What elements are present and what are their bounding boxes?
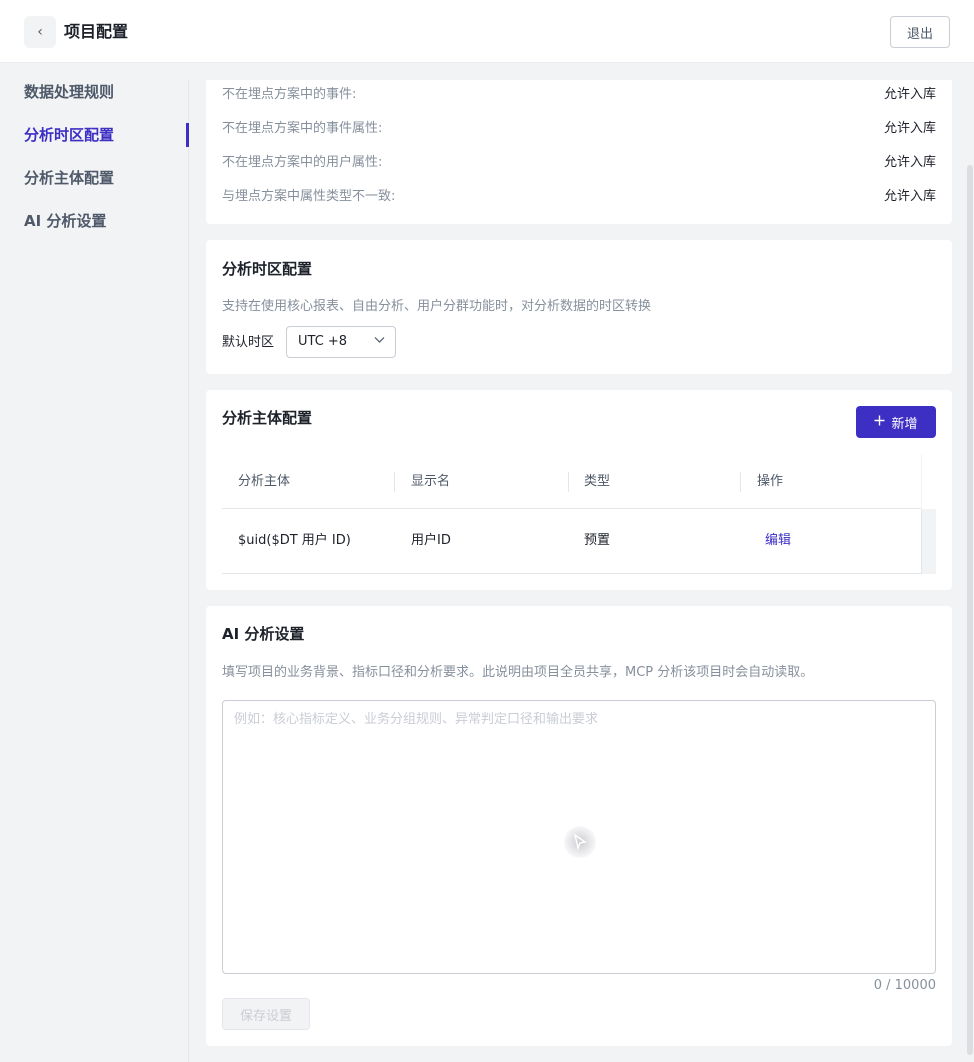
subject-table: 分析主体 显示名 类型 操作 $uid($DT 用户 ID) 用户ID 预置 编… xyxy=(222,454,936,574)
rule-row: 不在埋点方案中的事件: 允许入库 xyxy=(222,85,936,105)
column-header-type: 类型 xyxy=(584,474,611,489)
page-title: 项目配置 xyxy=(64,22,129,41)
exit-button[interactable]: 退出 xyxy=(890,16,950,48)
ai-settings-description: 填写项目的业务背景、指标口径和分析要求。此说明由项目全员共享，MCP 分析该项目… xyxy=(222,665,814,680)
edit-link[interactable]: 编辑 xyxy=(765,509,791,573)
page-header: ‹ 项目配置 退出 xyxy=(0,0,974,63)
subject-card: 分析主体配置 新增 分析主体 显示名 类型 操作 $uid($DT 用户 ID)… xyxy=(206,390,952,590)
column-header-action: 操作 xyxy=(757,474,784,489)
sidebar-item-data-rules[interactable]: 数据处理规则 xyxy=(24,79,114,105)
subject-title: 分析主体配置 xyxy=(222,409,313,427)
table-scrollbar[interactable] xyxy=(921,509,936,574)
cell-display-name: 用户ID xyxy=(411,533,451,548)
page-scrollbar-thumb[interactable] xyxy=(967,165,973,1055)
save-settings-button[interactable]: 保存设置 xyxy=(222,998,310,1030)
table-row: $uid($DT 用户 ID) 用户ID 预置 编辑 xyxy=(222,509,921,574)
timezone-label: 默认时区 xyxy=(222,335,275,350)
rule-value: 允许入库 xyxy=(883,155,936,170)
chevron-down-icon xyxy=(374,327,385,357)
column-header-subject: 分析主体 xyxy=(238,474,291,489)
rule-label: 不在埋点方案中的事件属性: xyxy=(222,121,383,136)
back-button[interactable]: ‹ xyxy=(24,16,56,48)
column-divider xyxy=(568,472,569,492)
timezone-selected-value: UTC +8 xyxy=(298,334,348,349)
rule-row: 与埋点方案中属性类型不一致: 允许入库 xyxy=(222,187,936,207)
rule-value: 允许入库 xyxy=(883,121,936,136)
timezone-description: 支持在使用核心报表、自由分析、用户分群功能时，对分析数据的时区转换 xyxy=(222,299,652,314)
sidebar-item-timezone[interactable]: 分析时区配置 xyxy=(24,122,114,148)
sidebar-item-subject[interactable]: 分析主体配置 xyxy=(24,165,114,191)
column-header-display-name: 显示名 xyxy=(411,474,451,489)
timezone-select[interactable]: UTC +8 xyxy=(286,326,396,358)
rule-label: 不在埋点方案中的事件: xyxy=(222,87,357,102)
timezone-title: 分析时区配置 xyxy=(222,260,313,278)
timezone-card: 分析时区配置 支持在使用核心报表、自由分析、用户分群功能时，对分析数据的时区转换… xyxy=(206,240,952,374)
rule-label: 与埋点方案中属性类型不一致: xyxy=(222,189,396,204)
chevron-left-icon: ‹ xyxy=(37,24,43,40)
column-divider xyxy=(394,472,395,492)
cell-subject: $uid($DT 用户 ID) xyxy=(238,533,351,548)
plus-icon xyxy=(874,415,885,430)
rule-row: 不在埋点方案中的用户属性: 允许入库 xyxy=(222,153,936,173)
ai-settings-card: AI 分析设置 填写项目的业务背景、指标口径和分析要求。此说明由项目全员共享，M… xyxy=(206,606,952,1046)
rule-value: 允许入库 xyxy=(883,87,936,102)
sidebar-active-indicator xyxy=(186,123,189,147)
character-counter: 0 / 10000 xyxy=(873,978,936,993)
add-subject-label: 新增 xyxy=(891,416,918,432)
cell-type: 预置 xyxy=(584,533,611,548)
table-scrollbar-header xyxy=(921,454,936,509)
add-subject-button[interactable]: 新增 xyxy=(856,406,936,438)
ai-settings-title: AI 分析设置 xyxy=(222,625,305,643)
column-divider xyxy=(740,472,741,492)
table-header: 分析主体 显示名 类型 操作 xyxy=(222,454,921,509)
rule-row: 不在埋点方案中的事件属性: 允许入库 xyxy=(222,119,936,139)
rule-label: 不在埋点方案中的用户属性: xyxy=(222,155,383,170)
rule-value: 允许入库 xyxy=(883,189,936,204)
data-rules-card: 不在埋点方案中的事件: 允许入库 不在埋点方案中的事件属性: 允许入库 不在埋点… xyxy=(206,80,952,224)
cursor-icon xyxy=(564,826,596,858)
sidebar-item-ai-settings[interactable]: AI 分析设置 xyxy=(24,208,106,234)
